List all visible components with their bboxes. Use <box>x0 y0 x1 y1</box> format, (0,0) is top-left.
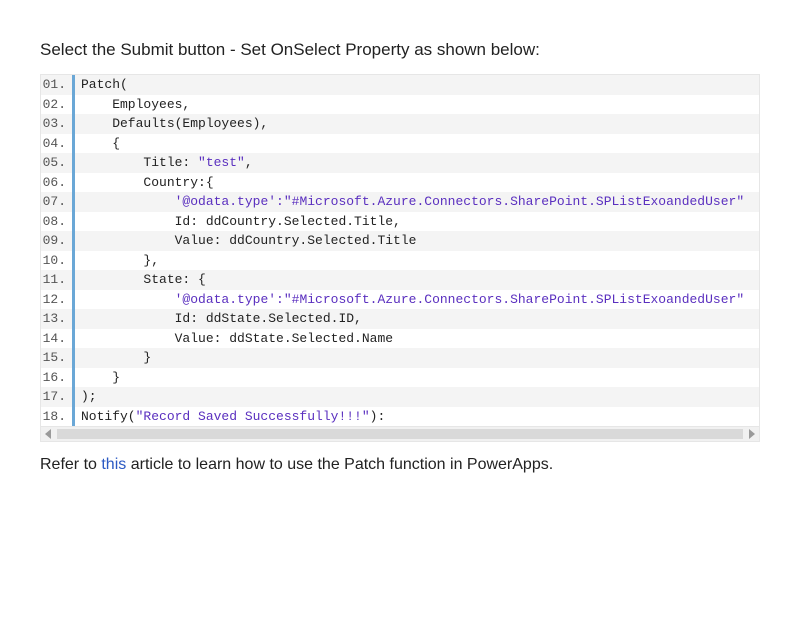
code-text: } <box>75 368 760 388</box>
code-text: }, <box>75 251 760 271</box>
code-line: 04. { <box>41 134 760 154</box>
code-block: 01.Patch(02. Employees,03. Defaults(Empl… <box>40 74 760 442</box>
code-line: 06. Country:{ <box>41 173 760 193</box>
code-line: 09. Value: ddCountry.Selected.Title <box>41 231 760 251</box>
code-text: Patch( <box>75 75 760 95</box>
code-line: 12. '@odata.type':"#Microsoft.Azure.Conn… <box>41 290 760 310</box>
code-text: Employees, <box>75 95 760 115</box>
code-line: 02. Employees, <box>41 95 760 115</box>
line-number: 02. <box>41 95 75 115</box>
code-text: Country:{ <box>75 173 760 193</box>
horizontal-scrollbar[interactable] <box>41 426 759 441</box>
code-text: State: { <box>75 270 760 290</box>
line-number: 13. <box>41 309 75 329</box>
code-line: 01.Patch( <box>41 75 760 95</box>
line-number: 08. <box>41 212 75 232</box>
code-line: 16. } <box>41 368 760 388</box>
code-text: { <box>75 134 760 154</box>
code-text: '@odata.type':"#Microsoft.Azure.Connecto… <box>75 192 760 212</box>
code-text: Id: ddState.Selected.ID, <box>75 309 760 329</box>
line-number: 15. <box>41 348 75 368</box>
line-number: 16. <box>41 368 75 388</box>
code-text: Notify("Record Saved Successfully!!!"): <box>75 407 760 427</box>
line-number: 14. <box>41 329 75 349</box>
footer-post: article to learn how to use the Patch fu… <box>126 456 553 473</box>
line-number: 05. <box>41 153 75 173</box>
footer-text: Refer to this article to learn how to us… <box>40 456 760 474</box>
footer-pre: Refer to <box>40 456 101 473</box>
footer-link[interactable]: this <box>101 456 126 473</box>
code-text: '@odata.type':"#Microsoft.Azure.Connecto… <box>75 290 760 310</box>
line-number: 03. <box>41 114 75 134</box>
code-line: 10. }, <box>41 251 760 271</box>
code-line: 08. Id: ddCountry.Selected.Title, <box>41 212 760 232</box>
code-line: 03. Defaults(Employees), <box>41 114 760 134</box>
code-line: 11. State: { <box>41 270 760 290</box>
code-line: 17.); <box>41 387 760 407</box>
code-text: Value: ddCountry.Selected.Title <box>75 231 760 251</box>
code-text: Id: ddCountry.Selected.Title, <box>75 212 760 232</box>
line-number: 09. <box>41 231 75 251</box>
code-line: 13. Id: ddState.Selected.ID, <box>41 309 760 329</box>
code-line: 14. Value: ddState.Selected.Name <box>41 329 760 349</box>
code-text: ); <box>75 387 760 407</box>
line-number: 11. <box>41 270 75 290</box>
line-number: 04. <box>41 134 75 154</box>
code-text: Defaults(Employees), <box>75 114 760 134</box>
code-text: } <box>75 348 760 368</box>
line-number: 10. <box>41 251 75 271</box>
code-line: 05. Title: "test", <box>41 153 760 173</box>
line-number: 18. <box>41 407 75 427</box>
line-number: 12. <box>41 290 75 310</box>
code-line: 15. } <box>41 348 760 368</box>
line-number: 17. <box>41 387 75 407</box>
code-line: 18.Notify("Record Saved Successfully!!!"… <box>41 407 760 427</box>
code-line: 07. '@odata.type':"#Microsoft.Azure.Conn… <box>41 192 760 212</box>
line-number: 01. <box>41 75 75 95</box>
line-number: 07. <box>41 192 75 212</box>
intro-text: Select the Submit button - Set OnSelect … <box>40 40 760 60</box>
code-text: Title: "test", <box>75 153 760 173</box>
line-number: 06. <box>41 173 75 193</box>
code-text: Value: ddState.Selected.Name <box>75 329 760 349</box>
